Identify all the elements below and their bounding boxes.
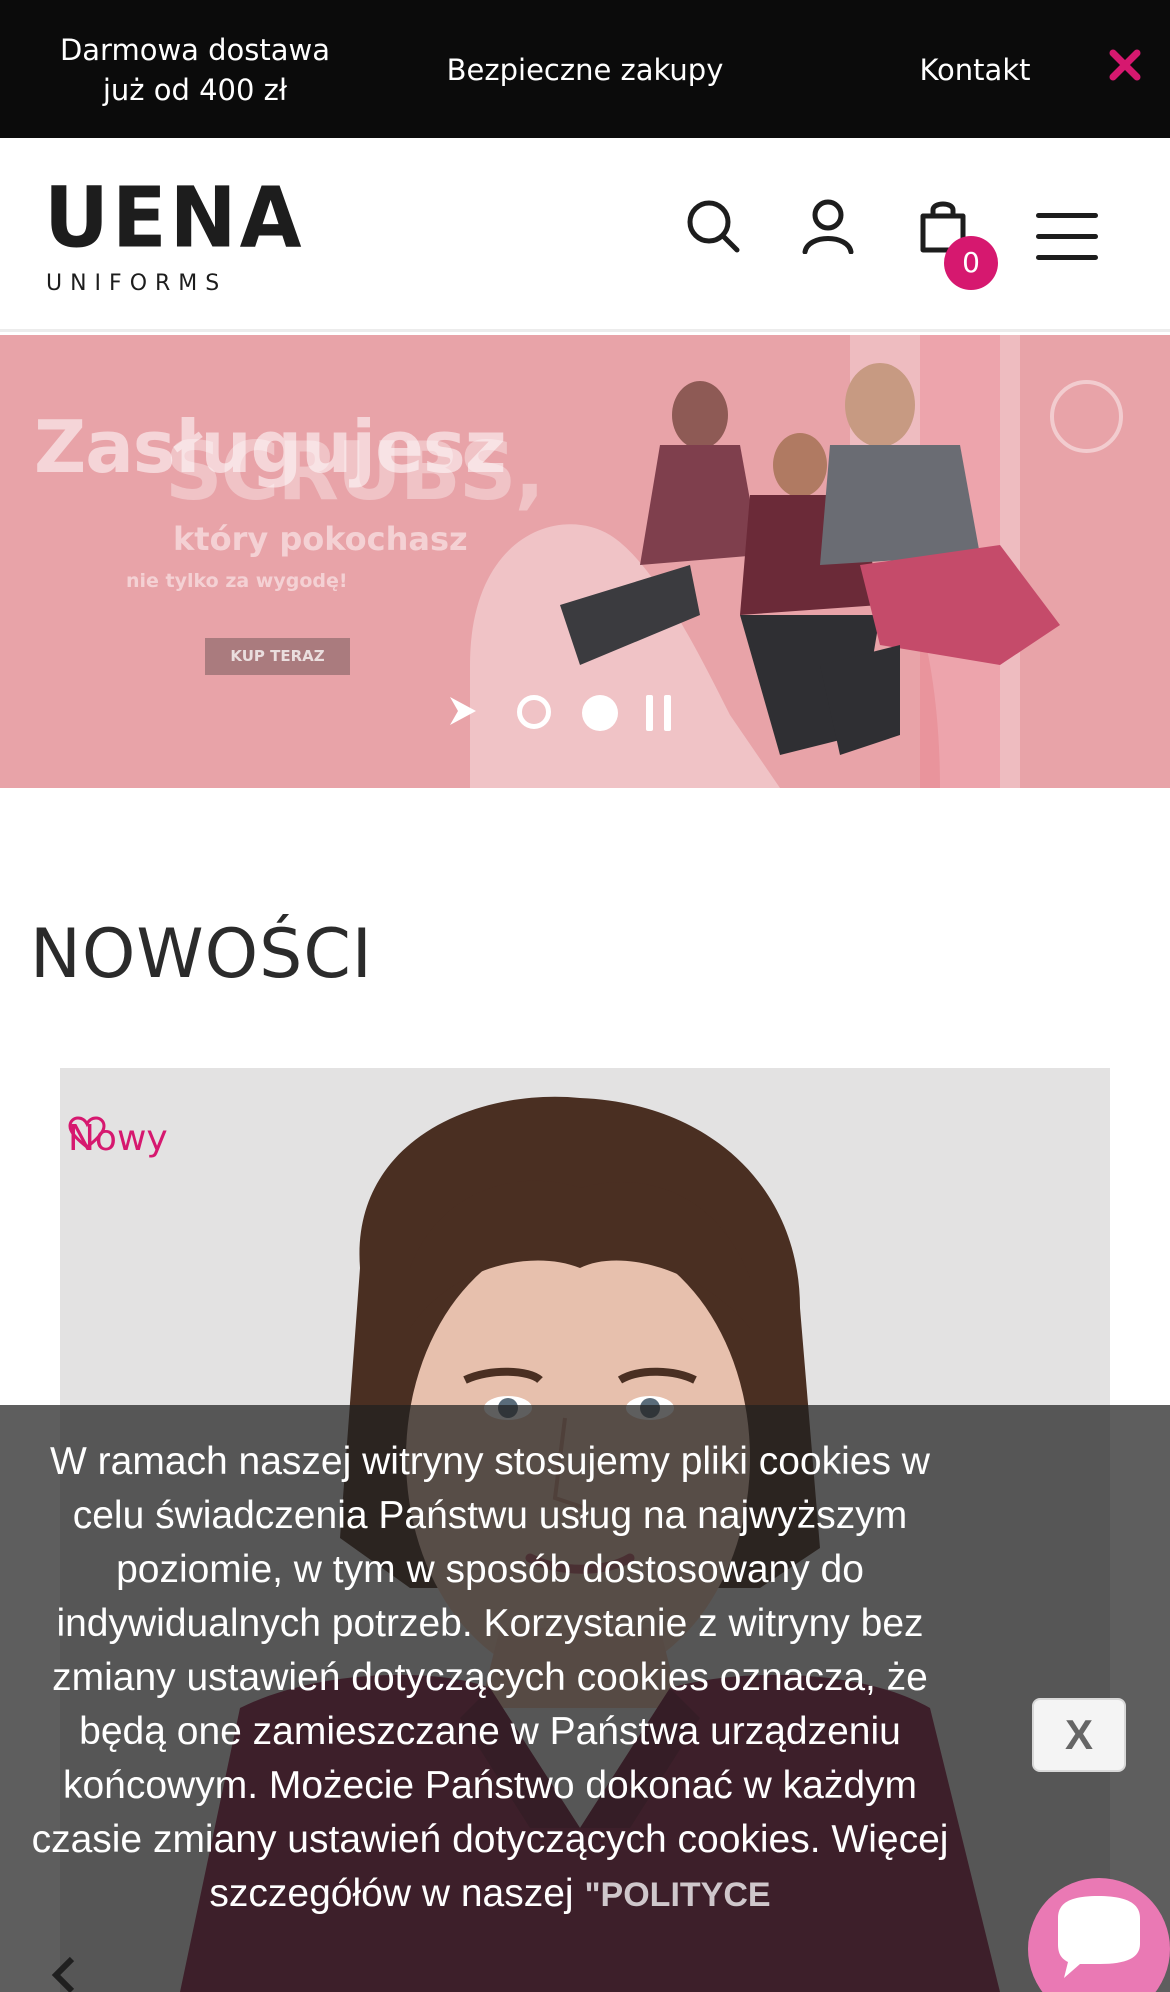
hero-slider[interactable]: Zasługujesz SCRUBS, który pokochasz nie …: [0, 335, 1170, 788]
cookie-message: W ramach naszej witryny stosujemy pliki …: [20, 1435, 960, 1922]
logo[interactable]: UENA UNIFORMS: [44, 170, 301, 298]
slide-timer-icon: [1050, 380, 1123, 453]
slide-dot-2-active[interactable]: [582, 695, 618, 731]
cart-count-badge[interactable]: 0: [944, 236, 998, 290]
hero-tagline: nie tylko za wygodę!: [126, 570, 348, 592]
user-icon[interactable]: [800, 198, 856, 254]
new-products-title: NOWOŚCI: [30, 915, 373, 994]
play-icon[interactable]: [446, 695, 478, 727]
hero-headline-scrubs: SCRUBS,: [165, 425, 545, 518]
logo-mark: UENA: [44, 168, 305, 267]
logo-subtitle: UNIFORMS: [46, 271, 228, 296]
pause-icon[interactable]: [646, 695, 674, 731]
free-delivery-link[interactable]: Darmowa dostawa już od 400 zł: [40, 30, 350, 110]
search-icon[interactable]: [685, 198, 741, 254]
close-icon[interactable]: [1108, 48, 1142, 82]
hero-subline: który pokochasz: [173, 520, 468, 558]
shop-now-button[interactable]: KUP TERAZ: [205, 638, 350, 675]
top-info-bar: Darmowa dostawa już od 400 zł Bezpieczne…: [0, 0, 1170, 138]
chat-widget-button[interactable]: [1028, 1878, 1170, 1992]
contact-link[interactable]: Kontakt: [900, 50, 1050, 90]
chat-bubble-icon: [1058, 1896, 1140, 1978]
cookie-close-button[interactable]: X: [1032, 1698, 1126, 1772]
page: Darmowa dostawa już od 400 zł Bezpieczne…: [0, 0, 1170, 1992]
cookie-text: W ramach naszej witryny stosujemy pliki …: [31, 1440, 949, 1915]
new-badge[interactable]: Nowy: [68, 1116, 168, 1160]
heart-icon[interactable]: [68, 1116, 106, 1150]
slide-dot-1[interactable]: [517, 695, 551, 729]
secure-shopping-link[interactable]: Bezpieczne zakupy: [420, 50, 750, 90]
cookie-consent-banner: W ramach naszej witryny stosujemy pliki …: [0, 1405, 1170, 1992]
site-header: UENA UNIFORMS 0: [0, 138, 1170, 332]
hamburger-menu-icon[interactable]: [1036, 213, 1098, 261]
privacy-policy-link[interactable]: "POLITYCE: [584, 1876, 770, 1914]
